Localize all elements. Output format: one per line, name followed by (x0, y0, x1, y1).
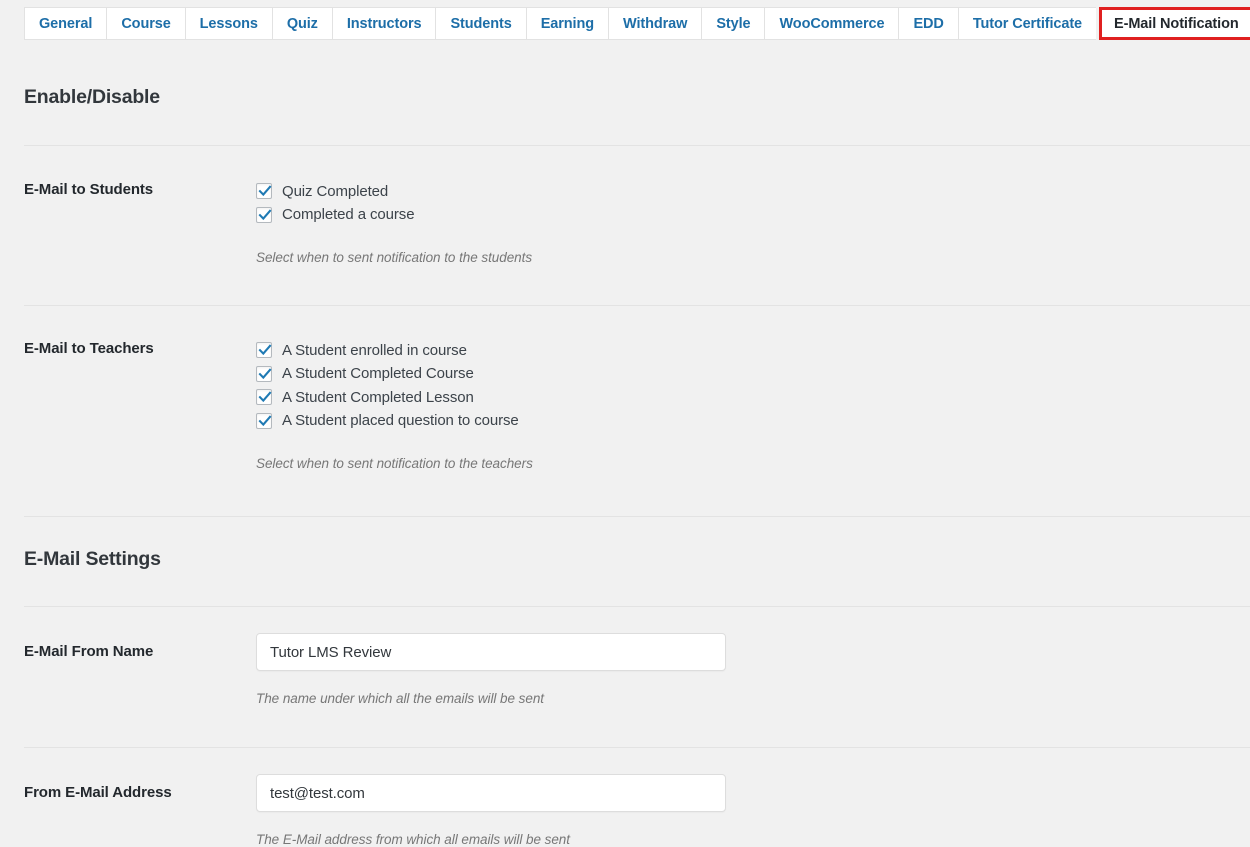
field-label-email-from-name: E-Mail From Name (24, 643, 154, 660)
tab-email-notification[interactable]: E-Mail Notification (1099, 7, 1250, 40)
section-heading-enable-disable: Enable/Disable (24, 86, 160, 108)
field-label-email-to-teachers: E-Mail to Teachers (24, 339, 154, 357)
checkbox-item-student-completed-lesson[interactable]: A Student Completed Lesson (256, 386, 1250, 410)
tab-woocommerce[interactable]: WooCommerce (764, 7, 899, 40)
checkbox-icon[interactable] (256, 342, 272, 359)
field-row-email-to-teachers: E-Mail to Teachers A Student enrolled in… (0, 306, 1250, 471)
help-text-email-to-teachers: Select when to sent notification to the … (256, 455, 533, 471)
field-row-email-to-students: E-Mail to Students Quiz Completed Comple… (0, 146, 1250, 265)
tab-strip: General Course Lessons Quiz Instructors … (24, 7, 1250, 40)
tab-earning[interactable]: Earning (525, 7, 608, 40)
checkbox-label: A Student Completed Lesson (282, 388, 474, 406)
settings-tab-bar: General Course Lessons Quiz Instructors … (0, 0, 1250, 46)
checkbox-item-quiz-completed[interactable]: Quiz Completed (256, 180, 1250, 204)
checkbox-label: Completed a course (282, 206, 415, 224)
checkbox-label: A Student placed question to course (282, 412, 519, 430)
help-text-email-to-students: Select when to sent notification to the … (256, 249, 533, 265)
checkbox-group-students: Quiz Completed Completed a course (256, 180, 1250, 227)
tab-withdraw[interactable]: Withdraw (607, 7, 702, 40)
tab-style[interactable]: Style (701, 7, 765, 40)
tab-course[interactable]: Course (106, 7, 185, 40)
tab-edd[interactable]: EDD (898, 7, 958, 40)
email-from-name-input[interactable] (256, 633, 726, 671)
checkbox-icon[interactable] (256, 183, 272, 200)
checkbox-icon[interactable] (256, 365, 272, 382)
field-body-email-from-name: The name under which all the emails will… (256, 633, 1250, 706)
checkbox-group-teachers: A Student enrolled in course A Student C… (256, 339, 1250, 433)
field-body-email-to-teachers: A Student enrolled in course A Student C… (256, 339, 1250, 471)
tab-students[interactable]: Students (435, 7, 526, 40)
checkbox-label: Quiz Completed (282, 182, 389, 200)
tab-quiz[interactable]: Quiz (271, 7, 332, 40)
tab-general[interactable]: General (24, 7, 107, 40)
tab-tutor-certificate[interactable]: Tutor Certificate (957, 7, 1097, 40)
tab-instructors[interactable]: Instructors (331, 7, 436, 40)
help-text-email-from-name: The name under which all the emails will… (256, 691, 544, 706)
checkbox-item-student-completed-course[interactable]: A Student Completed Course (256, 362, 1250, 386)
field-row-email-from-name: E-Mail From Name The name under which al… (0, 607, 1250, 706)
field-label-from-email-address: From E-Mail Address (24, 784, 172, 801)
checkbox-icon[interactable] (256, 412, 272, 429)
field-row-from-email-address: From E-Mail Address The E-Mail address f… (0, 748, 1250, 847)
checkbox-item-student-enrolled[interactable]: A Student enrolled in course (256, 339, 1250, 363)
from-email-address-input[interactable] (256, 774, 726, 812)
field-body-email-to-students: Quiz Completed Completed a course Select… (256, 180, 1250, 265)
settings-content: Enable/Disable E-Mail to Students Quiz C… (0, 46, 1250, 847)
checkbox-item-completed-a-course[interactable]: Completed a course (256, 203, 1250, 227)
checkbox-label: A Student Completed Course (282, 365, 474, 383)
checkbox-icon[interactable] (256, 206, 272, 223)
section-heading-email-settings: E-Mail Settings (24, 547, 161, 570)
checkbox-label: A Student enrolled in course (282, 341, 467, 359)
checkbox-item-student-placed-question[interactable]: A Student placed question to course (256, 409, 1250, 433)
field-body-from-email-address: The E-Mail address from which all emails… (256, 774, 1250, 847)
checkbox-icon[interactable] (256, 389, 272, 406)
tab-lessons[interactable]: Lessons (184, 7, 272, 40)
field-label-email-to-students: E-Mail to Students (24, 180, 154, 198)
help-text-from-email-address: The E-Mail address from which all emails… (256, 832, 570, 847)
